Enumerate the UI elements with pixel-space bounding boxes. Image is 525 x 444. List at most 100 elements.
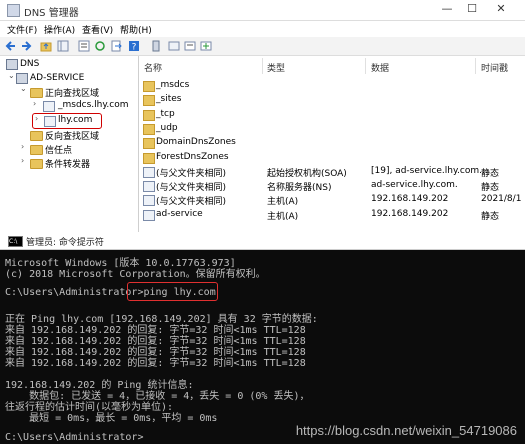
folder-icon (143, 109, 155, 121)
cmd-app-icon: C:\ (8, 236, 23, 247)
up-folder-icon[interactable] (40, 40, 52, 52)
expand-arrow-icon[interactable]: ⌄ (8, 71, 15, 80)
tree-item-lhy-com[interactable]: lhy.com (58, 115, 92, 125)
record-type: 主机(A) (267, 211, 299, 222)
export-list-icon[interactable] (110, 40, 122, 52)
tree-item-ad-service[interactable]: AD-SERVICE (30, 73, 84, 83)
tree-item-conditional-forwarders[interactable]: 条件转发器 (45, 157, 90, 170)
folder-icon (30, 131, 43, 141)
record-row[interactable]: _msdcs (139, 79, 525, 92)
record-row[interactable]: (与父文件夹相同) 名称服务器(NS) ad-service.lhy.com. 静态 (139, 179, 525, 194)
tree-item-msdcs-zone[interactable]: _msdcs.lhy.com (58, 100, 129, 110)
record-type: 名称服务器(NS) (267, 183, 332, 194)
menu-help[interactable]: 帮助(H) (120, 23, 152, 36)
menu-view[interactable]: 查看(V) (82, 23, 113, 36)
column-header-data[interactable]: 数据 (371, 61, 389, 74)
folder-icon (143, 138, 155, 150)
record-data: 192.168.149.202 (371, 208, 449, 219)
records-icon[interactable] (184, 40, 196, 52)
zone-icon (44, 116, 56, 127)
record-name: DomainDnsZones (156, 137, 236, 148)
record-icon (143, 209, 155, 221)
record-type: 主机(A) (267, 197, 299, 208)
server-icon[interactable] (150, 40, 162, 52)
record-row[interactable]: ad-service 主机(A) 192.168.149.202 静态 (139, 208, 525, 222)
zone-icon (43, 101, 55, 112)
record-row[interactable]: _tcp (139, 108, 525, 121)
column-header-timestamp[interactable]: 时间戳 (481, 61, 508, 74)
record-type: 起始授权机构(SOA) (267, 168, 347, 179)
show-tree-icon[interactable] (57, 40, 69, 52)
help-icon[interactable]: ? (128, 40, 140, 52)
dns-manager-window: DNS 管理器 — ☐ ✕ 文件(F) 操作(A) 查看(V) 帮助(H) ? … (0, 0, 525, 232)
record-row[interactable]: _sites (139, 93, 525, 107)
zone-icon[interactable] (168, 40, 180, 52)
tree-item-forward-zones[interactable]: 正向查找区域 (45, 86, 99, 99)
record-name: _tcp (156, 108, 175, 119)
menu-action[interactable]: 操作(A) (44, 23, 75, 36)
records-list: 名称 类型 数据 时间戳 _msdcs _sites _tcp _udp DomainD… (139, 56, 525, 232)
watermark: https://blog.csdn.net/weixin_54719086 (295, 423, 517, 438)
column-header-type[interactable]: 类型 (267, 61, 285, 74)
record-name: _sites (156, 94, 182, 105)
column-divider[interactable] (365, 58, 366, 74)
record-icon (143, 181, 155, 193)
record-row[interactable]: _udp (139, 122, 525, 135)
command-prompt-window: C:\ 管理员: 命令提示符 Microsoft Windows [版本 10.… (0, 232, 525, 444)
properties-icon[interactable] (78, 40, 90, 52)
dns-window-title: DNS 管理器 (24, 8, 79, 19)
record-name: ad-service (156, 208, 203, 219)
record-timestamp: 2021/8/1 (481, 194, 522, 205)
record-row[interactable]: ForestDnsZones (139, 151, 525, 164)
record-name: _udp (156, 122, 178, 133)
record-data: [19], ad-service.lhy.com... (371, 165, 488, 176)
expand-arrow-icon[interactable]: › (21, 156, 24, 165)
column-divider[interactable] (262, 58, 263, 74)
console-line: C:\Users\Administrator> (5, 431, 144, 443)
folder-icon (30, 159, 43, 169)
folder-icon (30, 145, 43, 155)
record-row[interactable]: (与父文件夹相同) 起始授权机构(SOA) [19], ad-service.lhy… (139, 165, 525, 179)
dns-app-icon (7, 4, 20, 17)
expand-arrow-icon[interactable]: › (33, 99, 36, 108)
menu-bar: 文件(F) 操作(A) 查看(V) 帮助(H) (0, 21, 525, 36)
menu-file[interactable]: 文件(F) (7, 23, 37, 36)
minimize-button[interactable]: — (440, 2, 454, 16)
expand-arrow-icon[interactable]: › (21, 142, 24, 151)
tree-item-trust-points[interactable]: 信任点 (45, 143, 72, 156)
record-data: 192.168.149.202 (371, 194, 449, 205)
record-name: (与父文件夹相同) (156, 168, 227, 179)
close-button[interactable]: ✕ (494, 2, 508, 16)
record-timestamp: 静态 (481, 183, 500, 194)
console-line: (c) 2018 Microsoft Corporation。保留所有权利。 (5, 269, 266, 281)
tree-item-reverse-zones[interactable]: 反向查找区域 (45, 129, 99, 142)
cmd-window-title: 管理员: 命令提示符 (26, 238, 104, 248)
record-timestamp: 静态 (481, 211, 500, 222)
maximize-button[interactable]: ☐ (465, 2, 479, 16)
console-tree: DNS ⌄ AD-SERVICE ⌄ 正向查找区域 › _msdcs.lhy.c… (0, 56, 139, 232)
record-name: _msdcs (156, 80, 190, 90)
record-data: ad-service.lhy.com. (371, 180, 458, 191)
server-node-icon (16, 73, 28, 84)
new-record-icon[interactable] (200, 40, 212, 52)
record-icon (143, 195, 155, 207)
dns-title-bar: DNS 管理器 — ☐ ✕ (0, 0, 525, 21)
expand-arrow-icon[interactable]: › (35, 114, 38, 123)
folder-icon (30, 88, 43, 98)
folder-icon (143, 81, 155, 92)
refresh-icon[interactable] (94, 40, 106, 52)
forward-icon[interactable] (20, 40, 32, 52)
record-name: ForestDnsZones (156, 151, 229, 162)
record-name: (与父文件夹相同) (156, 197, 227, 208)
column-divider[interactable] (475, 58, 476, 74)
console-line: 最短 = 0ms，最长 = 0ms，平均 = 0ms (5, 413, 218, 425)
tree-item-dns[interactable]: DNS (20, 59, 39, 69)
back-icon[interactable] (5, 40, 17, 52)
record-timestamp: 静态 (481, 168, 500, 179)
column-header-name[interactable]: 名称 (144, 61, 162, 74)
folder-icon (143, 95, 155, 107)
record-row[interactable]: DomainDnsZones (139, 136, 525, 150)
expand-arrow-icon[interactable]: ⌄ (20, 84, 27, 93)
record-row[interactable]: (与父文件夹相同) 主机(A) 192.168.149.202 2021/8/1 (139, 193, 525, 208)
console-line: 来自 192.168.149.202 的回复: 字节=32 时间<1ms TTL… (5, 357, 306, 369)
